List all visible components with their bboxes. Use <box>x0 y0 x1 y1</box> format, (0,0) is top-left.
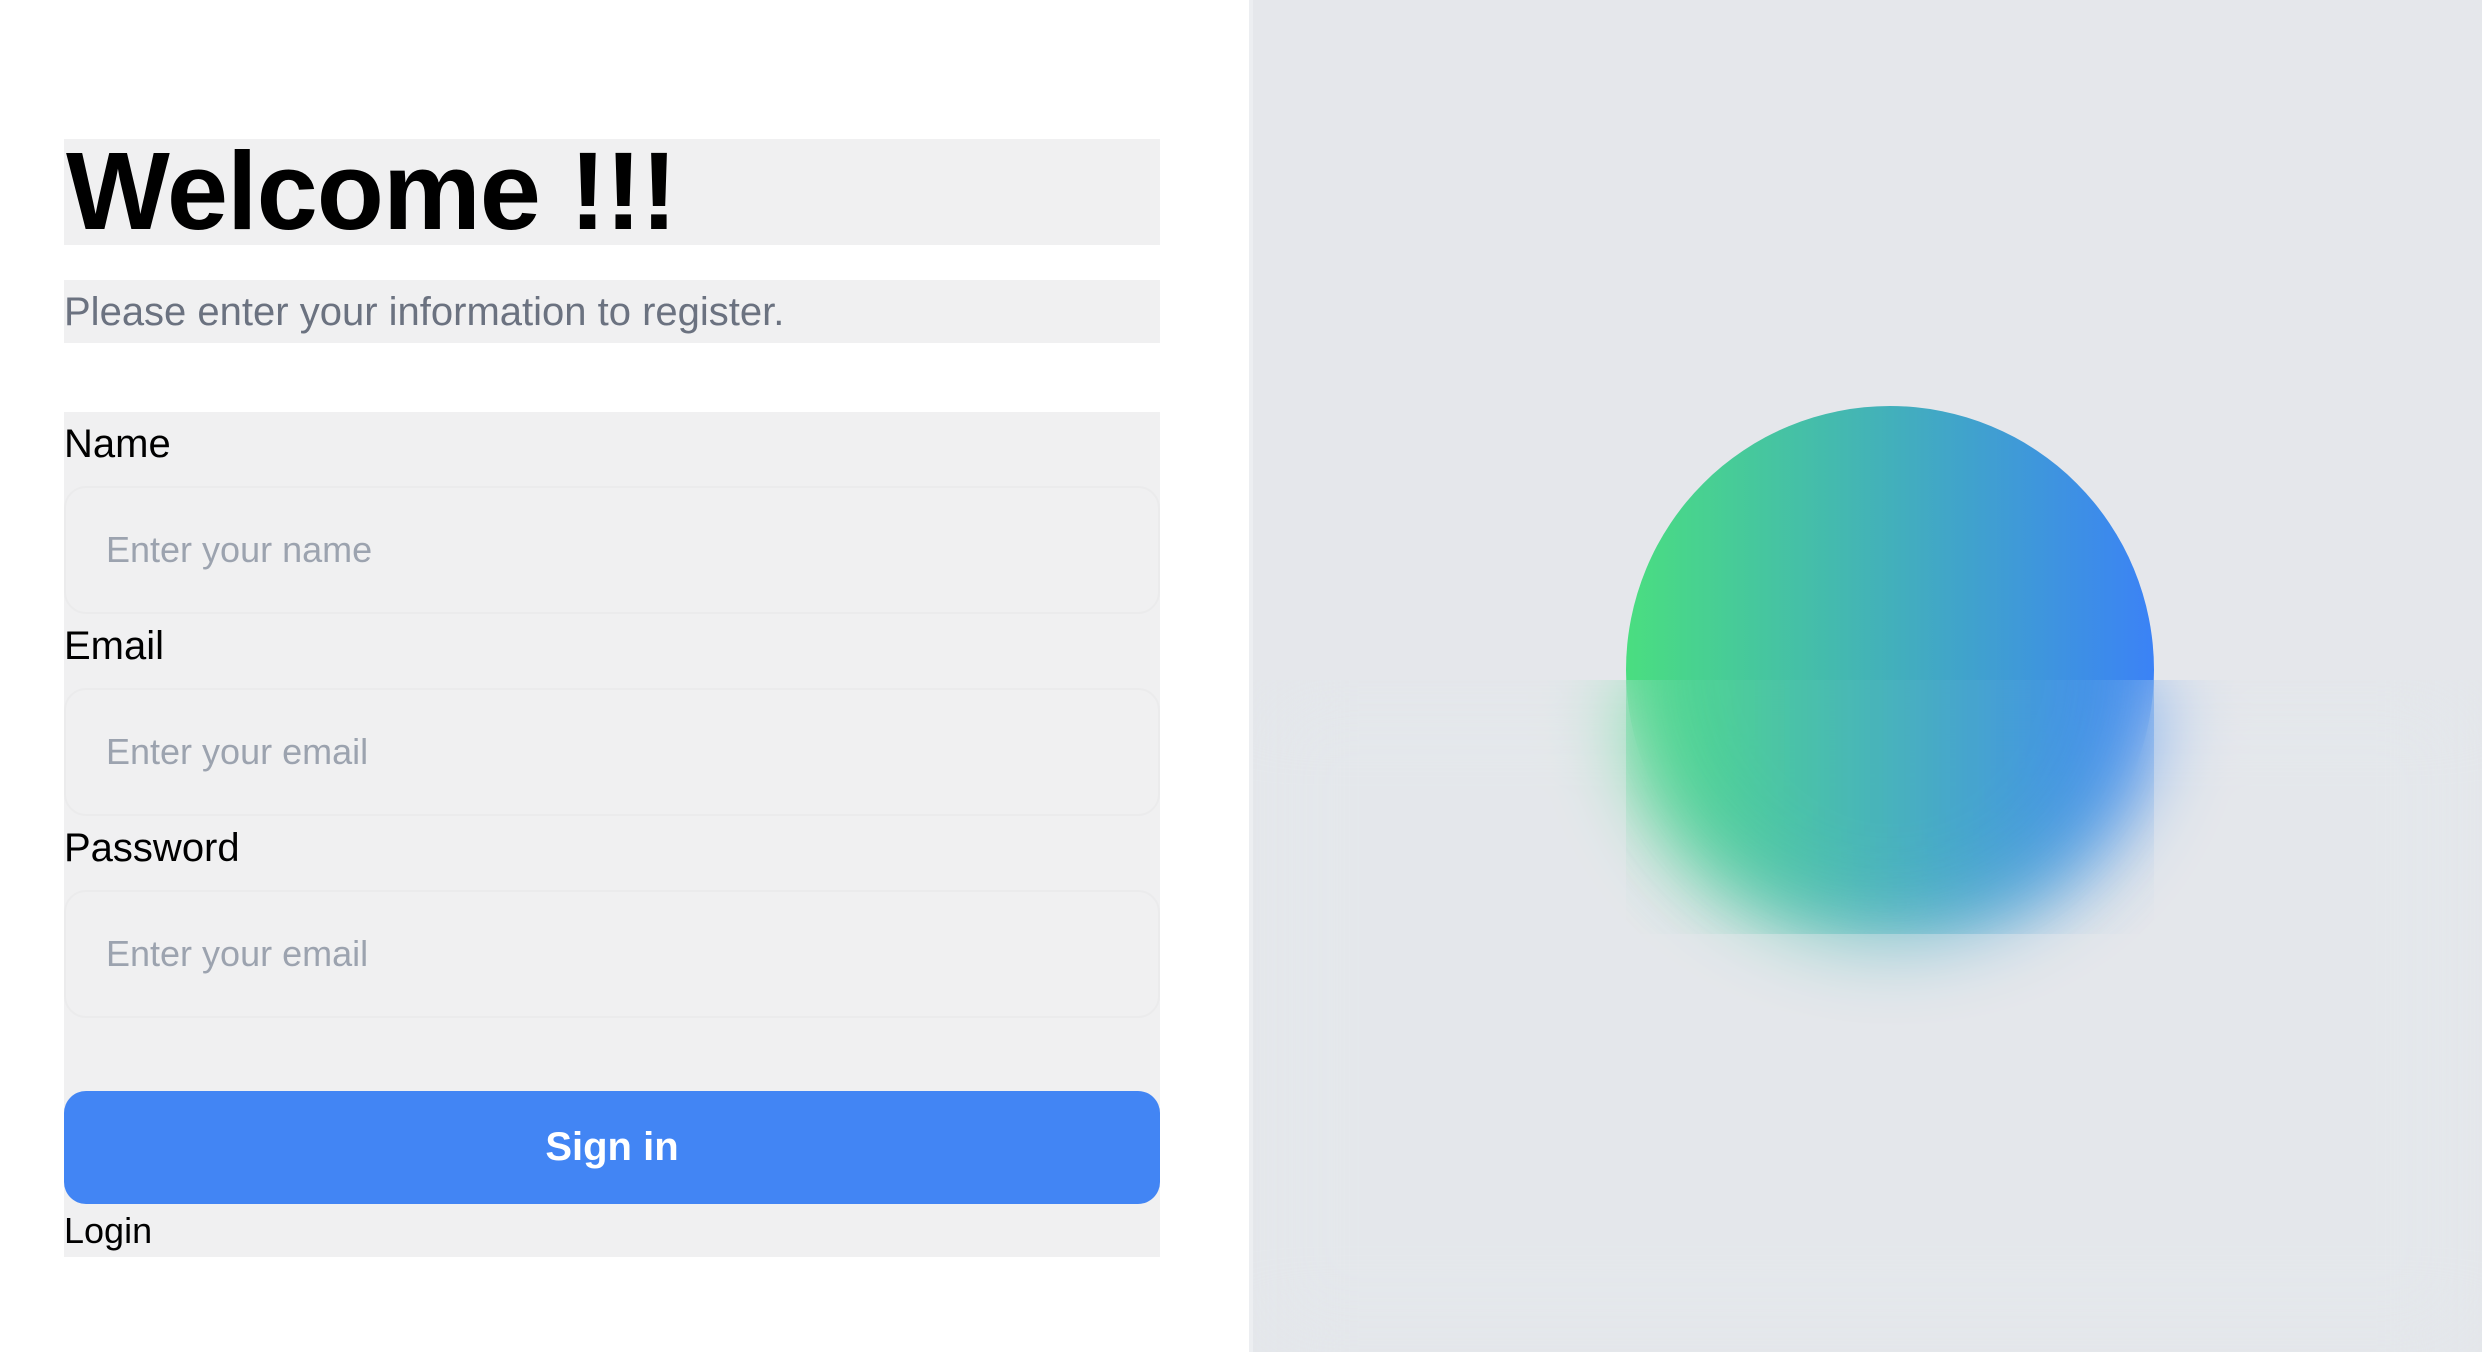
page-subtitle: Please enter your information to registe… <box>64 290 785 334</box>
password-input[interactable] <box>64 890 1160 1018</box>
login-link[interactable]: Login <box>64 1209 152 1253</box>
sign-in-button[interactable]: Sign in <box>64 1091 1160 1204</box>
email-input[interactable] <box>64 688 1160 816</box>
subtitle-block: Please enter your information to registe… <box>64 280 1160 343</box>
page-title: Welcome !!! <box>66 130 677 253</box>
register-panel: Welcome !!! Please enter your informatio… <box>0 0 1249 1352</box>
name-input[interactable] <box>64 486 1160 614</box>
password-label: Password <box>64 826 240 870</box>
name-label: Name <box>64 422 171 466</box>
decorative-panel <box>1249 0 2482 1352</box>
email-label: Email <box>64 624 165 668</box>
title-block: Welcome !!! <box>64 135 1160 249</box>
register-form: Name Email Password Sign in Login <box>64 412 1160 1257</box>
